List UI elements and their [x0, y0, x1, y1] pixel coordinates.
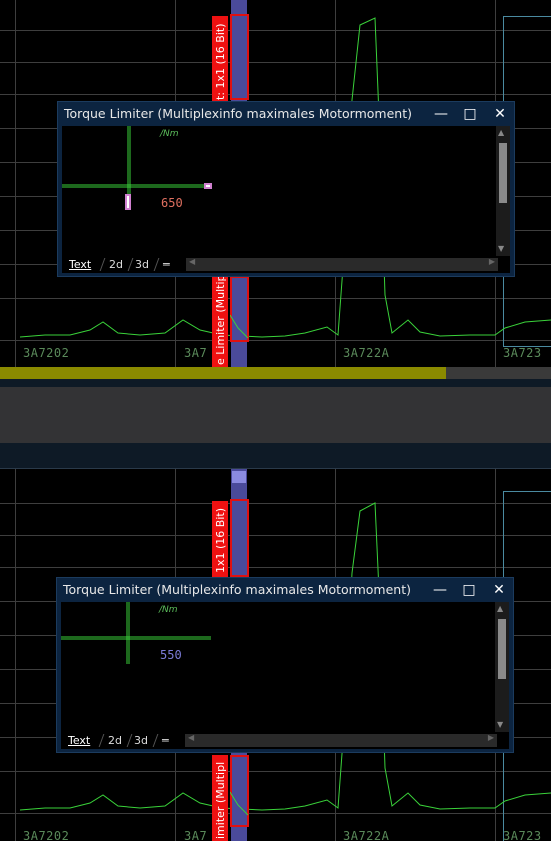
- tab-text[interactable]: Text: [64, 256, 96, 273]
- value-crosshair: [61, 602, 211, 664]
- scroll-right-icon[interactable]: ▶: [489, 257, 495, 266]
- minimize-button[interactable]: —: [430, 104, 452, 124]
- selection-trace: [230, 314, 249, 339]
- maximize-button[interactable]: □: [459, 104, 481, 124]
- address-label-3: 3A722A: [343, 346, 390, 360]
- divider-strip-lower: [0, 443, 551, 469]
- address-label-3: 3A722A: [343, 829, 390, 841]
- scroll-up-icon[interactable]: ▲: [497, 604, 503, 613]
- selection-trace: [230, 791, 249, 816]
- map-tag-text-lower: imiter (Multipl: [214, 761, 227, 839]
- address-label-2: 3A7: [184, 346, 208, 360]
- close-button[interactable]: ✕: [489, 104, 511, 124]
- unit-label: /Nm: [159, 605, 178, 615]
- tab-3d[interactable]: 3d: [129, 732, 153, 749]
- map-tag-text-lower: e Limiter (Multiple: [214, 264, 227, 365]
- tab-2d[interactable]: 2d: [103, 732, 127, 749]
- scroll-thumb[interactable]: [498, 619, 506, 679]
- window-content[interactable]: /Nm 550 ▲ ▼: [61, 602, 509, 732]
- scroll-thumb[interactable]: [499, 143, 507, 203]
- splitter-panel[interactable]: [0, 387, 551, 443]
- horizontal-scrollbar[interactable]: ◀ ▶: [186, 257, 498, 271]
- address-label-4: 3A723: [503, 829, 542, 841]
- scroll-down-icon[interactable]: ▼: [497, 720, 503, 729]
- maximize-button[interactable]: □: [458, 580, 480, 600]
- map-tag-band[interactable]: t: 1x1 (16 Bit): [212, 16, 228, 102]
- window-content[interactable]: /Nm 650 ▲ ▼: [62, 126, 510, 256]
- scroll-left-icon[interactable]: ◀: [188, 733, 194, 742]
- divider-strip: [0, 379, 551, 387]
- selection-box[interactable]: [230, 14, 249, 100]
- address-label-1: 3A7202: [23, 829, 70, 841]
- unit-label: /Nm: [160, 129, 179, 139]
- vertical-scrollbar[interactable]: ▲ ▼: [496, 126, 510, 256]
- view-tabs[interactable]: Text 2d 3d ═ ◀ ▶: [61, 732, 509, 749]
- value-crosshair: [62, 126, 212, 210]
- tab-menu-icon[interactable]: ═: [158, 256, 175, 273]
- bottom-map-pane[interactable]: 3A7202 3A7 3A722A 3A723 1x1 (16 Bit) imi…: [0, 469, 551, 841]
- map-tag-text: t: 1x1 (16 Bit): [214, 23, 227, 100]
- top-map-pane[interactable]: 3A7202 3A7 3A722A 3A723 t: 1x1 (16 Bit) …: [0, 0, 551, 367]
- tab-menu-icon[interactable]: ═: [157, 732, 174, 749]
- progress-bar: [0, 367, 551, 379]
- minimize-button[interactable]: —: [429, 580, 451, 600]
- progress-fill: [0, 367, 447, 379]
- close-button[interactable]: ✕: [488, 580, 510, 600]
- column-header-highlight[interactable]: [232, 471, 246, 483]
- address-label-2: 3A7: [184, 829, 208, 841]
- scroll-up-icon[interactable]: ▲: [498, 128, 504, 137]
- scroll-down-icon[interactable]: ▼: [498, 244, 504, 253]
- map-tag-band-lower[interactable]: imiter (Multipl: [212, 755, 228, 841]
- selection-box[interactable]: [230, 499, 249, 577]
- map-tag-text: 1x1 (16 Bit): [214, 508, 227, 573]
- address-label-1: 3A7202: [23, 346, 70, 360]
- tab-3d[interactable]: 3d: [130, 256, 154, 273]
- torque-limiter-window[interactable]: Torque Limiter (Multiplexinfo maximales …: [56, 577, 514, 753]
- torque-limiter-window[interactable]: Torque Limiter (Multiplexinfo maximales …: [57, 101, 515, 277]
- scroll-left-icon[interactable]: ◀: [189, 257, 195, 266]
- value-label: 650: [161, 196, 183, 210]
- address-label-4: 3A723: [503, 346, 542, 360]
- view-tabs[interactable]: Text 2d 3d ═ ◀ ▶: [62, 256, 510, 273]
- value-label: 550: [160, 648, 182, 662]
- map-tag-band[interactable]: 1x1 (16 Bit): [212, 501, 228, 577]
- map-tag-band-lower[interactable]: e Limiter (Multiple: [212, 265, 228, 367]
- vertical-scrollbar[interactable]: ▲ ▼: [495, 602, 509, 732]
- tab-text[interactable]: Text: [63, 732, 95, 749]
- horizontal-scrollbar[interactable]: ◀ ▶: [185, 733, 497, 747]
- tab-2d[interactable]: 2d: [104, 256, 128, 273]
- scroll-right-icon[interactable]: ▶: [488, 733, 494, 742]
